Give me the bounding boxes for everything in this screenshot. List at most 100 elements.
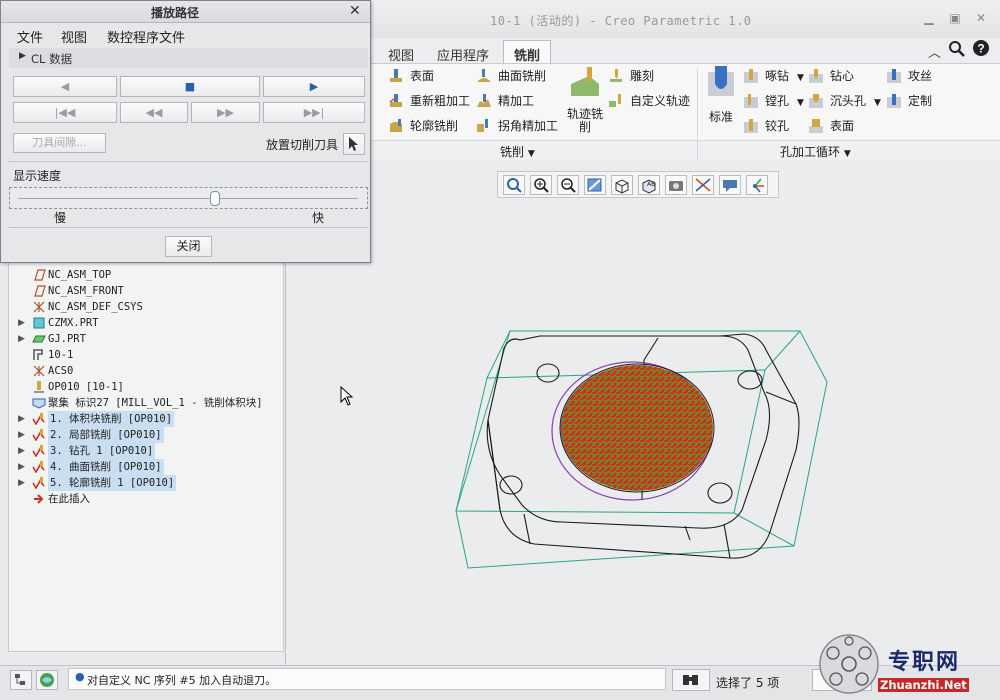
ribbon-group-bar (370, 140, 1000, 160)
mill-volume-icon (32, 398, 46, 409)
ribbon-ream-button[interactable]: 铰孔 (743, 116, 789, 136)
ribbon-finish-button[interactable]: 精加工 (476, 91, 534, 111)
expand-arrow-icon[interactable]: ▶ (18, 318, 25, 328)
nc-sequence-icon (32, 429, 45, 441)
menu-view[interactable]: 视图 (61, 27, 87, 46)
annotation-display-icon[interactable] (719, 175, 741, 195)
ribbon-face-button[interactable]: 表面 (388, 66, 434, 86)
expand-arrow-icon[interactable]: ▶ (18, 334, 25, 344)
menu-file[interactable]: 文件 (17, 27, 43, 46)
ribbon-bore-button[interactable]: 镗孔 ▼ (743, 91, 804, 111)
engrave-icon (610, 69, 622, 82)
speed-slow-label: 慢 (54, 211, 67, 225)
tap-icon (887, 69, 901, 83)
stop-button[interactable]: ■ (120, 76, 260, 97)
datum-display-icon[interactable] (692, 175, 714, 195)
cl-data-section[interactable]: ▶ CL 数据 (9, 48, 368, 68)
dialog-close-icon[interactable]: ✕ (349, 3, 361, 19)
expand-arrow-icon[interactable]: ▶ (18, 462, 25, 472)
repaint-icon[interactable] (584, 175, 606, 195)
pointer-arrow-icon (349, 137, 358, 151)
ribbon-countersink-label: 沉头孔 (830, 94, 867, 108)
message-area: ● 对自定义 NC 序列 #5 加入自动退刀。 (68, 668, 666, 690)
forward-to-end-button[interactable]: ▶▶| (263, 102, 365, 123)
close-button[interactable]: 关闭 (165, 236, 212, 257)
search-icon[interactable] (948, 40, 966, 58)
step-forward-button[interactable]: ▶▶ (191, 102, 260, 123)
selection-count: 选择了 5 项 (716, 676, 780, 690)
ribbon-tap-button[interactable]: 攻丝 (886, 66, 932, 86)
play-backward-button[interactable]: ◀ (13, 76, 117, 97)
csys-icon (33, 301, 45, 313)
ribbon-spot-face-label: 表面 (830, 119, 855, 133)
ribbon-custom-cycle-button[interactable]: 定制 (886, 91, 932, 111)
part-icon (32, 335, 46, 343)
tree-item-label: 聚集 标识27 [MILL_VOL_1 - 铣削体积块] (48, 397, 263, 409)
section-expand-icon: ▶ (19, 51, 26, 61)
slider-thumb[interactable] (210, 191, 220, 206)
expand-arrow-icon[interactable]: ▶ (18, 478, 25, 488)
minimize-icon[interactable]: ▁ (920, 10, 938, 26)
speed-fast-label: 快 (312, 211, 325, 225)
speed-slider[interactable] (9, 187, 368, 209)
tree-item-label: 5. 轮廓铣削 1 [OP010] (48, 475, 177, 491)
tool-clearance-button[interactable]: 刀具间隙... (13, 133, 106, 153)
find-icon[interactable] (672, 669, 710, 691)
ribbon-corner-finish-label: 拐角精加工 (498, 119, 559, 133)
ribbon-trajectory-button[interactable]: 轨迹铣削 (563, 66, 607, 136)
tab-applications[interactable]: 应用程序 (427, 41, 499, 64)
slider-line (18, 198, 358, 199)
window-title: 10-1 (活动的) - Creo Parametric 1.0 (490, 14, 752, 28)
place-cutter-button[interactable] (343, 133, 365, 155)
ribbon-face-label: 表面 (410, 69, 435, 83)
close-window-icon[interactable]: ✕ (972, 10, 990, 26)
zoom-out-icon[interactable] (557, 175, 579, 195)
view-manager-icon[interactable] (665, 175, 687, 195)
ribbon-spot-face-button[interactable]: 表面 (808, 116, 854, 136)
ribbon-standard-label: 标准 (708, 110, 733, 124)
hole-group-label[interactable]: 孔加工循环 ▼ (780, 143, 851, 160)
ribbon-rerough-label: 重新粗加工 (410, 94, 471, 108)
tab-milling[interactable]: 铣削 (503, 40, 552, 64)
tab-view[interactable]: 视图 (378, 41, 424, 64)
collapse-ribbon-icon[interactable]: ︿ (928, 42, 941, 61)
display-style-icon[interactable] (611, 175, 633, 195)
help-icon[interactable]: ? (972, 39, 990, 57)
custom-trajectory-icon (609, 94, 621, 107)
ribbon-countersink-button[interactable]: 沉头孔 ▼ (808, 91, 881, 111)
expand-arrow-icon[interactable]: ▶ (18, 446, 25, 456)
tree-item-label: 1. 体积块铣削 [OP010] (48, 411, 175, 427)
mill-group-label[interactable]: 铣削 ▼ (500, 143, 535, 160)
expand-arrow-icon[interactable]: ▶ (18, 430, 25, 440)
ribbon-custom-trajectory-button[interactable]: 自定义轨迹 (608, 91, 690, 111)
ribbon-surface-mill-button[interactable]: 曲面铣削 (476, 66, 546, 86)
surface-mill-icon (477, 69, 491, 82)
ribbon-profile-button[interactable]: 轮廓铣削 (388, 116, 458, 136)
ribbon-rerough-button[interactable]: 重新粗加工 (388, 91, 470, 111)
csys-display-icon[interactable] (746, 175, 768, 195)
ribbon-engrave-button[interactable]: 雕刻 (608, 66, 654, 86)
model-viewport[interactable] (430, 300, 850, 590)
zoom-in-icon[interactable] (530, 175, 552, 195)
status-message: 对自定义 NC 序列 #5 加入自动退刀。 (87, 674, 277, 687)
browser-toggle-icon[interactable] (36, 670, 58, 690)
menu-nc-file[interactable]: 数控程序文件 (107, 27, 185, 46)
ribbon-center-drill-button[interactable]: 钻心 (808, 66, 854, 86)
model-tree-toggle-icon[interactable] (10, 670, 32, 690)
tree-item-label: 2. 局部铣削 [OP010] (48, 427, 164, 443)
step-backward-button[interactable]: ◀◀ (120, 102, 188, 123)
custom-cycle-icon (887, 94, 901, 108)
ribbon-custom-trajectory-label: 自定义轨迹 (630, 94, 691, 108)
tree-item-label: 4. 曲面铣削 [OP010] (48, 459, 164, 475)
rewind-to-start-button[interactable]: |◀◀ (13, 102, 117, 123)
maximize-icon[interactable]: ▣ (946, 10, 964, 26)
expand-arrow-icon[interactable]: ▶ (18, 414, 25, 424)
refit-icon[interactable] (503, 175, 525, 195)
ribbon-standard-button[interactable]: 标准 (704, 66, 738, 126)
ribbon-corner-finish-button[interactable]: 拐角精加工 (476, 116, 558, 136)
part-icon (33, 317, 45, 329)
play-forward-button[interactable]: ▶ (263, 76, 365, 97)
ribbon-peck-button[interactable]: 啄钻 ▼ (743, 66, 804, 86)
saved-views-icon[interactable]: AB (638, 175, 660, 195)
face-mill-icon (390, 69, 402, 82)
